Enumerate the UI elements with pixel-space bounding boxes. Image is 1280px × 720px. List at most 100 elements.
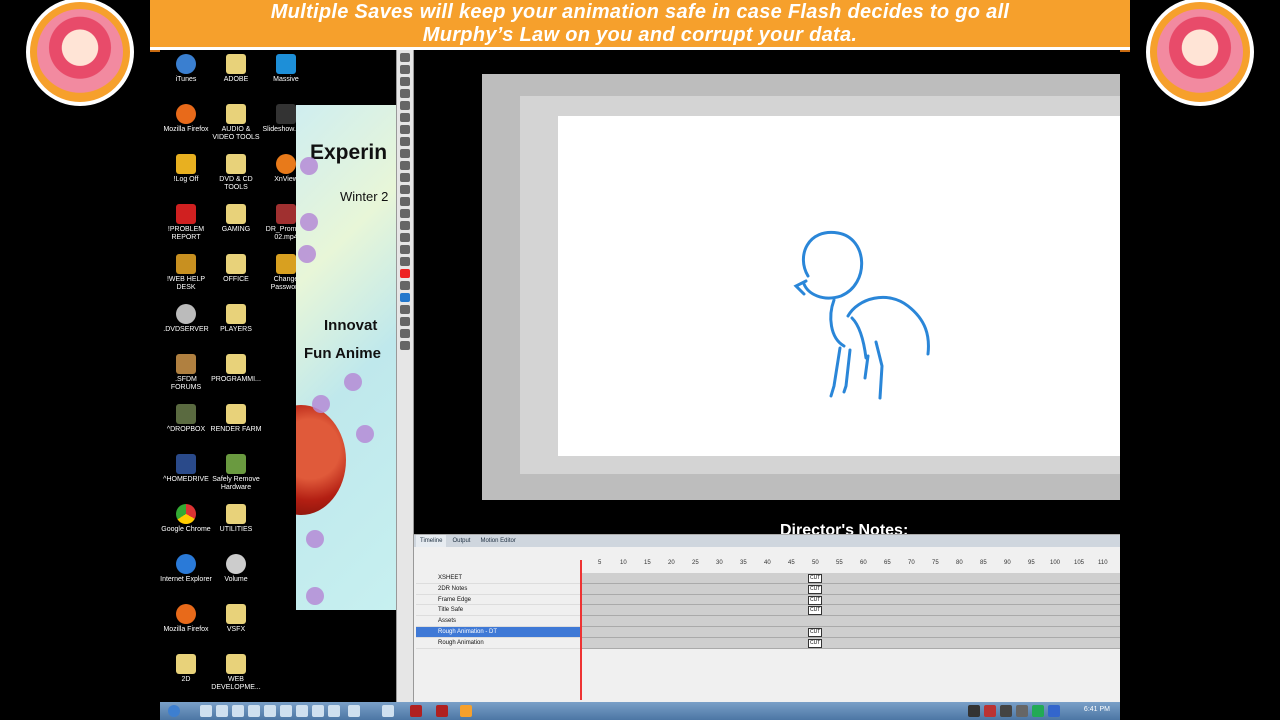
frame-row[interactable]: CUT: [580, 626, 1120, 638]
taskbar-flash-icon[interactable]: [410, 705, 422, 717]
stage-canvas[interactable]: [558, 116, 1120, 456]
tray-icon[interactable]: [1016, 705, 1028, 717]
desktop-icon-vsfx[interactable]: VSFX: [210, 604, 262, 634]
smooth-icon[interactable]: [400, 329, 410, 338]
taskbar-app-icon[interactable]: [200, 705, 212, 717]
ruler-tick-label: 35: [740, 560, 747, 566]
eraser-tool-icon[interactable]: [400, 221, 410, 230]
desktop-icon-utilities[interactable]: UTILITIES: [210, 504, 262, 534]
taskbar-app-icon[interactable]: [232, 705, 244, 717]
rectangle-tool-icon[interactable]: [400, 137, 410, 146]
taskbar-flash-icon[interactable]: [436, 705, 448, 717]
pencil-tool-icon[interactable]: [400, 149, 410, 158]
desktop-icon-web-help-desk[interactable]: !WEB HELP DESK: [160, 254, 212, 292]
deco-tool-icon[interactable]: [400, 173, 410, 182]
tray-icon[interactable]: [1048, 705, 1060, 717]
desktop-icon-gaming[interactable]: GAMING: [210, 204, 262, 234]
layer-folder-row[interactable]: Assets: [416, 616, 580, 627]
desktop-icon-volume[interactable]: Volume: [210, 554, 262, 584]
desktop-icon-firefox[interactable]: Mozilla Firefox: [160, 104, 212, 134]
desktop-icon-adobe[interactable]: ADOBE: [210, 54, 262, 84]
snap-magnet-icon[interactable]: [400, 317, 410, 326]
taskbar-app-icon[interactable]: [248, 705, 260, 717]
desktop-icon-audio-video[interactable]: AUDIO & VIDEO TOOLS: [210, 104, 262, 142]
desktop-icon-massive[interactable]: Massive: [260, 54, 312, 84]
taskbar-app-icon[interactable]: [280, 705, 292, 717]
taskbar-clock[interactable]: 6:41 PM: [1084, 706, 1110, 713]
layer-row[interactable]: XSHEET: [416, 573, 580, 584]
desktop-icon-logoff[interactable]: !Log Off: [160, 154, 212, 184]
layer-row[interactable]: Title Safe: [416, 605, 580, 617]
frame-row[interactable]: CUT: [580, 594, 1120, 606]
taskbar-app-icon[interactable]: [348, 705, 360, 717]
paint-bucket-tool-icon[interactable]: [400, 197, 410, 206]
zoom-tool-icon[interactable]: [400, 245, 410, 254]
logo-right: [1146, 0, 1254, 106]
desktop-icon-safely-remove[interactable]: Safely Remove Hardware: [210, 454, 262, 492]
frame-row[interactable]: CUT: [580, 637, 1120, 649]
playhead[interactable]: [580, 560, 582, 700]
tab-motion-editor[interactable]: Motion Editor: [476, 535, 519, 547]
line-tool-icon[interactable]: [400, 125, 410, 134]
taskbar-app-icon[interactable]: [296, 705, 308, 717]
disc-icon: [176, 304, 196, 324]
taskbar-active-app-icon[interactable]: [460, 705, 472, 717]
brush-tool-icon[interactable]: [400, 161, 410, 170]
taskbar-app-icon[interactable]: [264, 705, 276, 717]
layer-row[interactable]: 2DR Notes: [416, 584, 580, 595]
taskbar-app-icon[interactable]: [216, 705, 228, 717]
desktop-icon-sfdm-forums[interactable]: .SFDM FORUMS: [160, 354, 212, 392]
hand-tool-icon[interactable]: [400, 233, 410, 242]
free-transform-tool-icon[interactable]: [400, 77, 410, 86]
tray-icon[interactable]: [1000, 705, 1012, 717]
desktop-icon-label: OFFICE: [223, 276, 249, 283]
frame-grid[interactable]: CUT CUT CUT CUT CUT CUT: [580, 573, 1120, 649]
straighten-icon[interactable]: [400, 341, 410, 350]
desktop-icon-homedrive[interactable]: ^HOMEDRIVE: [160, 454, 212, 484]
subselection-tool-icon[interactable]: [400, 65, 410, 74]
swap-colors-icon[interactable]: [400, 305, 410, 314]
desktop-icon-office[interactable]: OFFICE: [210, 254, 262, 284]
desktop-icon-dropbox[interactable]: ^DROPBOX: [160, 404, 212, 434]
lasso-tool-icon[interactable]: [400, 89, 410, 98]
taskbar-app-icon[interactable]: [328, 705, 340, 717]
frame-row[interactable]: CUT: [580, 605, 1120, 617]
tab-output[interactable]: Output: [448, 535, 474, 547]
start-button-icon[interactable]: [168, 705, 180, 717]
fill-bucket-icon[interactable]: [400, 281, 410, 290]
tray-icon[interactable]: [984, 705, 996, 717]
bone-tool-icon[interactable]: [400, 185, 410, 194]
desktop-icon-web-development[interactable]: WEB DEVELOPME...: [210, 654, 262, 692]
tray-icon[interactable]: [968, 705, 980, 717]
text-tool-icon[interactable]: [400, 113, 410, 122]
selection-tool-icon[interactable]: [400, 53, 410, 62]
desktop-icon-players[interactable]: PLAYERS: [210, 304, 262, 334]
layer-row[interactable]: Frame Edge: [416, 595, 580, 606]
tab-timeline[interactable]: Timeline: [416, 535, 447, 547]
desktop-icon-label: !Log Off: [173, 176, 199, 183]
desktop-icon-chrome[interactable]: Google Chrome: [160, 504, 212, 534]
frame-row[interactable]: CUT: [580, 573, 1120, 584]
desktop-icon-ie[interactable]: Internet Explorer: [160, 554, 212, 584]
layer-row[interactable]: Rough Animation: [416, 638, 580, 649]
stroke-pencil-icon[interactable]: [400, 257, 410, 266]
frame-ruler[interactable]: 5 10 15 20 25 30 35 40 45 50 55 60 65 70…: [580, 559, 1120, 569]
desktop-icon-dvdserver[interactable]: .DVDSERVER: [160, 304, 212, 334]
desktop-icon-firefox-2[interactable]: Mozilla Firefox: [160, 604, 212, 634]
eyedropper-tool-icon[interactable]: [400, 209, 410, 218]
fill-color-swatch[interactable]: [400, 293, 410, 302]
taskbar-app-icon[interactable]: [312, 705, 324, 717]
pen-tool-icon[interactable]: [400, 101, 410, 110]
desktop-icon-dvd-cd[interactable]: DVD & CD TOOLS: [210, 154, 262, 192]
desktop-icon-itunes[interactable]: iTunes: [160, 54, 212, 84]
frame-row[interactable]: CUT: [580, 583, 1120, 595]
frame-row[interactable]: [580, 616, 1120, 627]
layer-row-selected[interactable]: Rough Animation - DT: [416, 626, 580, 638]
desktop-icon-2d[interactable]: 2D: [160, 654, 212, 684]
tray-icon[interactable]: [1032, 705, 1044, 717]
desktop-icon-problem-report[interactable]: !PROBLEM REPORT: [160, 204, 212, 242]
stroke-color-swatch[interactable]: [400, 269, 410, 278]
desktop-icon-render-farm[interactable]: RENDER FARM: [210, 404, 262, 434]
taskbar-app-icon[interactable]: [382, 705, 394, 717]
desktop-icon-programming[interactable]: PROGRAMMI...: [210, 354, 262, 384]
